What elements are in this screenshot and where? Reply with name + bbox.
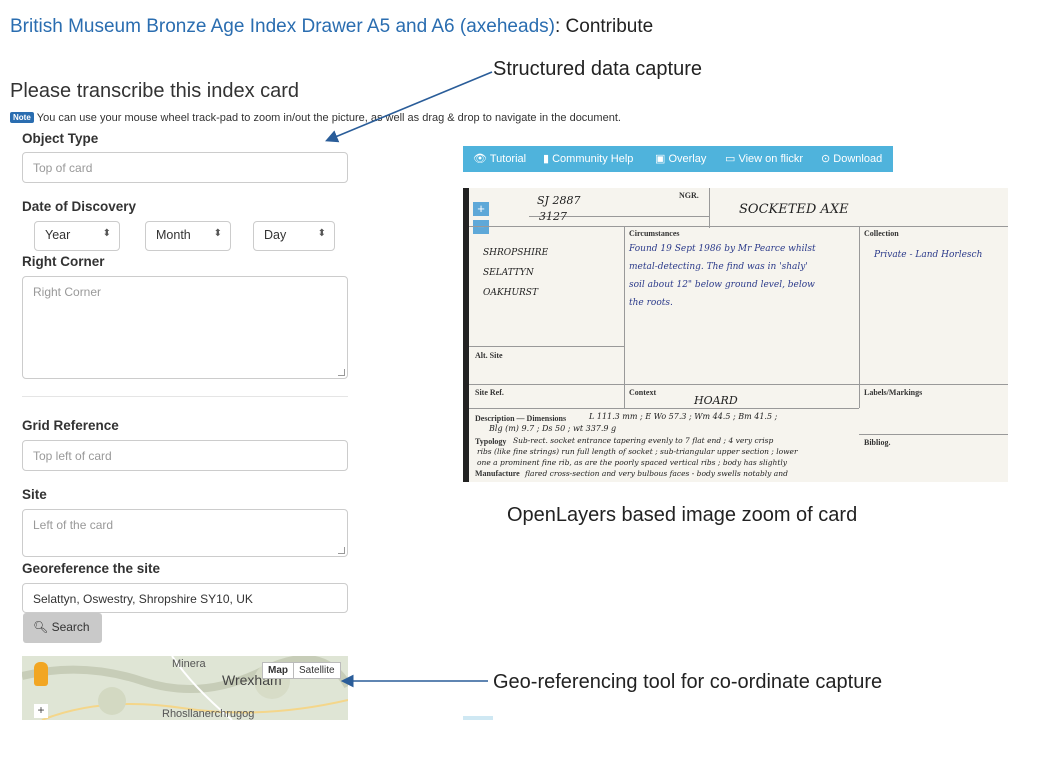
arrow-to-form <box>325 71 493 143</box>
annotation-arrows <box>325 71 493 688</box>
